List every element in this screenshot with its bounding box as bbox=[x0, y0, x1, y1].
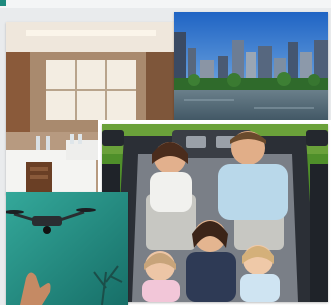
city-skyline-photo bbox=[174, 12, 328, 124]
photo-collage bbox=[0, 0, 331, 305]
top-paper-strip bbox=[0, 0, 331, 8]
drone-photo bbox=[6, 192, 128, 305]
teal-corner-tab bbox=[0, 0, 6, 6]
family-car-photo bbox=[102, 124, 328, 302]
